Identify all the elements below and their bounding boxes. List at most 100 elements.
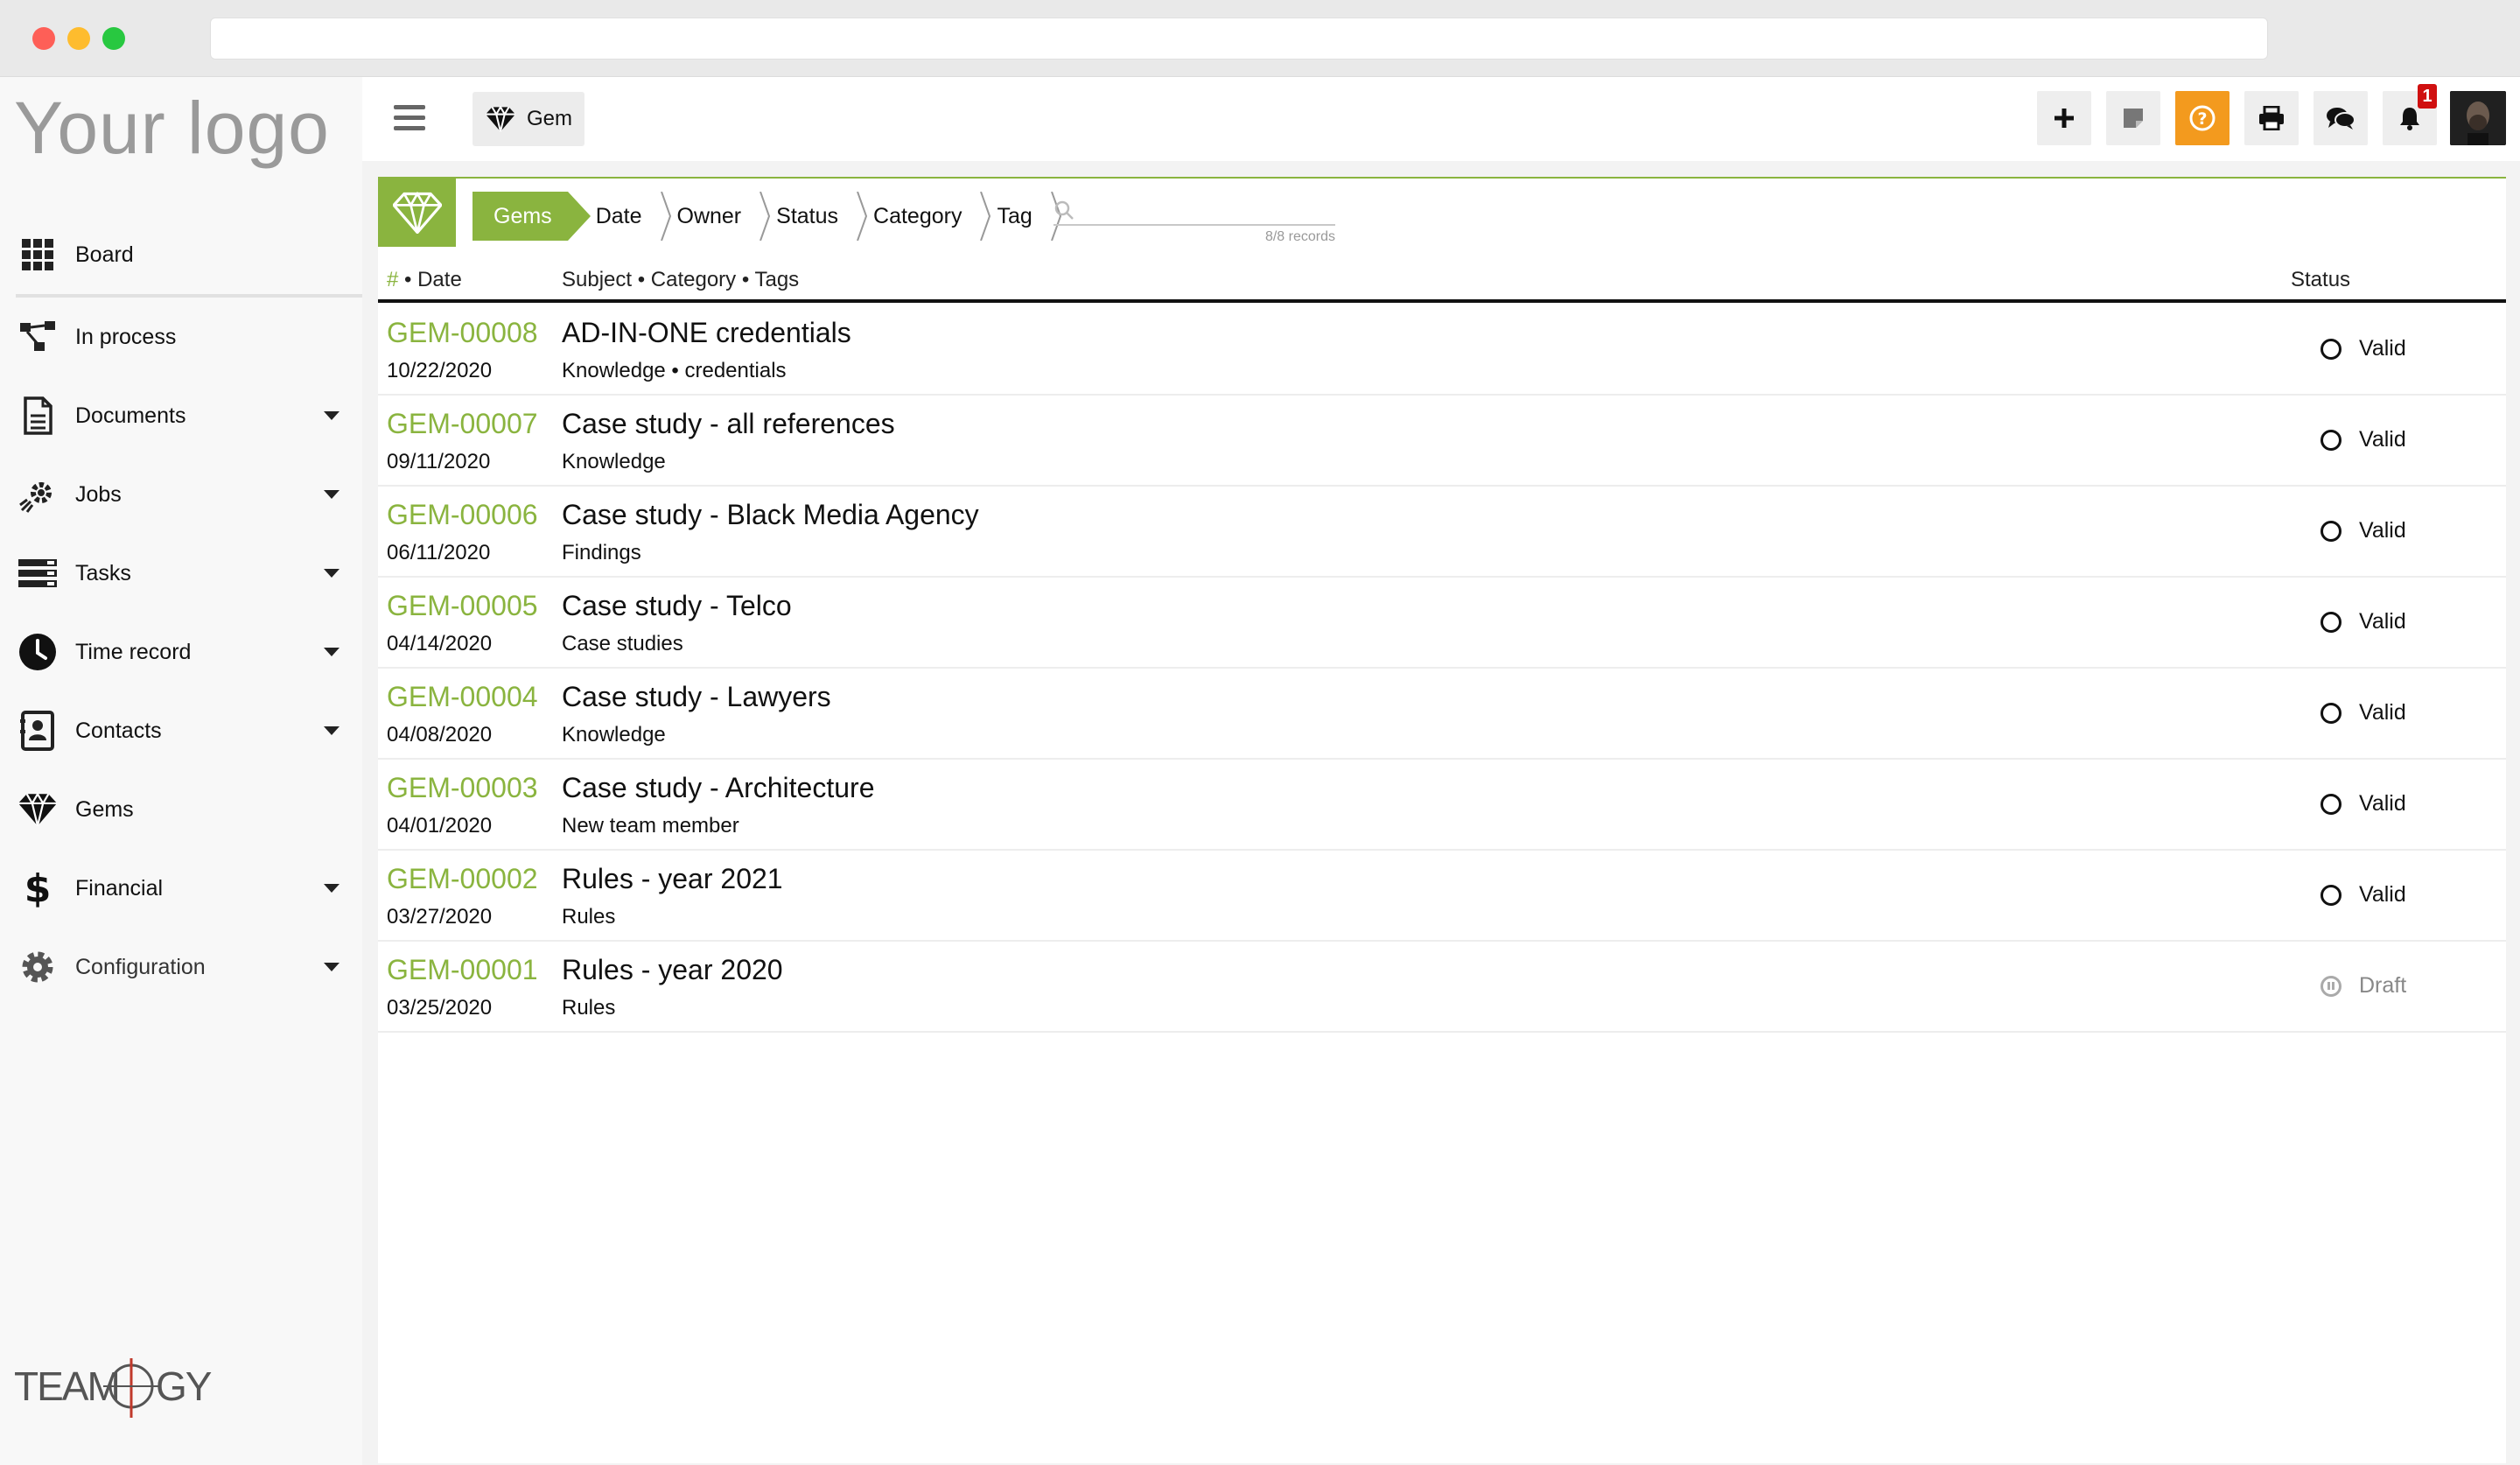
sidebar-item-label: Configuration [75,954,206,979]
module-switcher[interactable]: Gem [472,92,584,146]
hash-label: # [387,268,399,291]
svg-text:GY: GY [156,1363,212,1409]
gem-code-link[interactable]: GEM-00006 [387,499,538,531]
dollar-icon: $ [18,868,58,908]
column-header-subject[interactable]: Subject • Category • Tags [562,268,799,292]
sidebar: Your logo Board In process Documents Job… [0,77,362,1465]
notifications-button[interactable]: 1 [2383,84,2437,145]
crumb-label: Status [776,203,839,228]
status-label: Draft [2359,973,2407,998]
status-label: Valid [2359,791,2406,816]
table-row[interactable]: GEM-00008 10/22/2020 AD-IN-ONE credentia… [378,305,2506,396]
gem-category-tags: Knowledge [562,450,666,473]
chat-button[interactable] [2314,91,2368,145]
sidebar-item-tasks[interactable]: Tasks [0,534,362,613]
sidebar-item-time-record[interactable]: Time record [0,613,362,691]
clock-icon [18,632,58,672]
sidebar-item-gems[interactable]: Gems [0,770,362,849]
column-header-number-date[interactable]: # • Date [387,268,462,292]
filter-crumb-tag[interactable]: Tag [981,192,1061,241]
gem-subject[interactable]: AD-IN-ONE credentials [562,317,851,349]
table-row[interactable]: GEM-00001 03/25/2020 Rules - year 2020 R… [378,942,2506,1033]
app-shell: Your logo Board In process Documents Job… [0,77,2520,1465]
sidebar-item-label: Time record [75,639,192,664]
gem-code-link[interactable]: GEM-00007 [387,408,538,440]
status-badge: Valid [2320,791,2406,817]
gem-date: 03/27/2020 [387,905,493,929]
address-bar[interactable] [210,18,2268,60]
sidebar-item-jobs[interactable]: Jobs [0,455,362,534]
module-tile [378,179,456,247]
maximize-window-button[interactable] [102,27,125,50]
sidebar-item-configuration[interactable]: Configuration [0,928,362,1006]
close-window-button[interactable] [32,27,55,50]
chevron-down-icon[interactable] [324,648,340,656]
filter-crumb-status[interactable]: Status [760,192,868,241]
gem-category-tags: Findings [562,541,641,564]
column-header-status[interactable]: Status [2291,268,2350,292]
filter-crumb-gems[interactable]: Gems [472,192,591,241]
filter-crumb-category[interactable]: Category [858,192,991,241]
topbar: Gem ? 1 [362,77,2520,161]
gem-date: 04/08/2020 [387,723,493,747]
valid-status-icon [2320,793,2342,815]
table-row[interactable]: GEM-00003 04/01/2020 Case study - Archit… [378,760,2506,851]
status-label: Valid [2359,882,2406,907]
gem-code-link[interactable]: GEM-00002 [387,863,538,895]
gem-code-link[interactable]: GEM-00008 [387,317,538,349]
gem-subject[interactable]: Case study - Black Media Agency [562,499,979,531]
gem-code-link[interactable]: GEM-00003 [387,772,538,804]
print-button[interactable] [2244,91,2299,145]
table-row[interactable]: GEM-00007 09/11/2020 Case study - all re… [378,396,2506,487]
chevron-down-icon[interactable] [324,884,340,893]
sidebar-item-documents[interactable]: Documents [0,376,362,455]
chevron-down-icon[interactable] [324,490,340,499]
add-button[interactable] [2037,91,2091,145]
gem-subject[interactable]: Rules - year 2021 [562,863,783,895]
sidebar-item-in-process[interactable]: In process [0,298,362,376]
chevron-down-icon[interactable] [324,963,340,971]
sidebar-item-board[interactable]: Board [0,215,362,294]
notification-count-badge: 1 [2418,84,2437,109]
filter-crumb-owner[interactable]: Owner [662,192,771,241]
sidebar-item-label: Financial [75,875,164,901]
sidebar-item-label: Contacts [75,718,162,743]
workflow-icon [18,317,58,357]
table-row[interactable]: GEM-00004 04/08/2020 Case study - Lawyer… [378,669,2506,760]
gem-code-link[interactable]: GEM-00005 [387,590,538,622]
gem-code-link[interactable]: GEM-00001 [387,954,538,986]
diamond-icon [485,105,516,137]
valid-status-icon [2320,520,2342,542]
table-row[interactable]: GEM-00005 04/14/2020 Case study - Telco … [378,578,2506,669]
table-row[interactable]: GEM-00002 03/27/2020 Rules - year 2021 R… [378,851,2506,942]
note-button[interactable] [2106,91,2160,145]
add-icon [2054,109,2074,128]
table-row[interactable]: GEM-00006 06/11/2020 Case study - Black … [378,487,2506,578]
gem-code-link[interactable]: GEM-00004 [387,681,538,713]
status-label: Valid [2359,336,2406,361]
sidebar-item-contacts[interactable]: Contacts [0,691,362,770]
menu-toggle-button[interactable] [394,105,425,131]
minimize-window-button[interactable] [67,27,90,50]
gem-subject[interactable]: Case study - Lawyers [562,681,831,713]
status-badge: Valid [2320,700,2406,725]
draft-status-icon [2320,975,2342,997]
gem-subject[interactable]: Case study - Telco [562,590,792,622]
valid-status-icon [2320,702,2342,724]
help-button[interactable]: ? [2175,91,2230,145]
app-logo[interactable]: Your logo [14,86,330,171]
gem-subject[interactable]: Rules - year 2020 [562,954,783,986]
chevron-down-icon[interactable] [324,569,340,578]
sidebar-item-financial[interactable]: $ Financial [0,849,362,928]
gem-subject[interactable]: Case study - all references [562,408,895,440]
gem-subject[interactable]: Case study - Architecture [562,772,874,804]
gem-category-tags: Knowledge • credentials [562,359,787,382]
avatar[interactable] [2450,91,2506,145]
tasks-icon [18,553,58,593]
chevron-down-icon[interactable] [324,726,340,735]
chevron-down-icon[interactable] [324,411,340,420]
filter-crumb-date[interactable]: Date [580,192,671,241]
gems-table-body: GEM-00008 10/22/2020 AD-IN-ONE credentia… [378,305,2506,1033]
search-input[interactable]: 8/8 records [1054,198,1360,247]
status-label: Valid [2359,700,2406,725]
